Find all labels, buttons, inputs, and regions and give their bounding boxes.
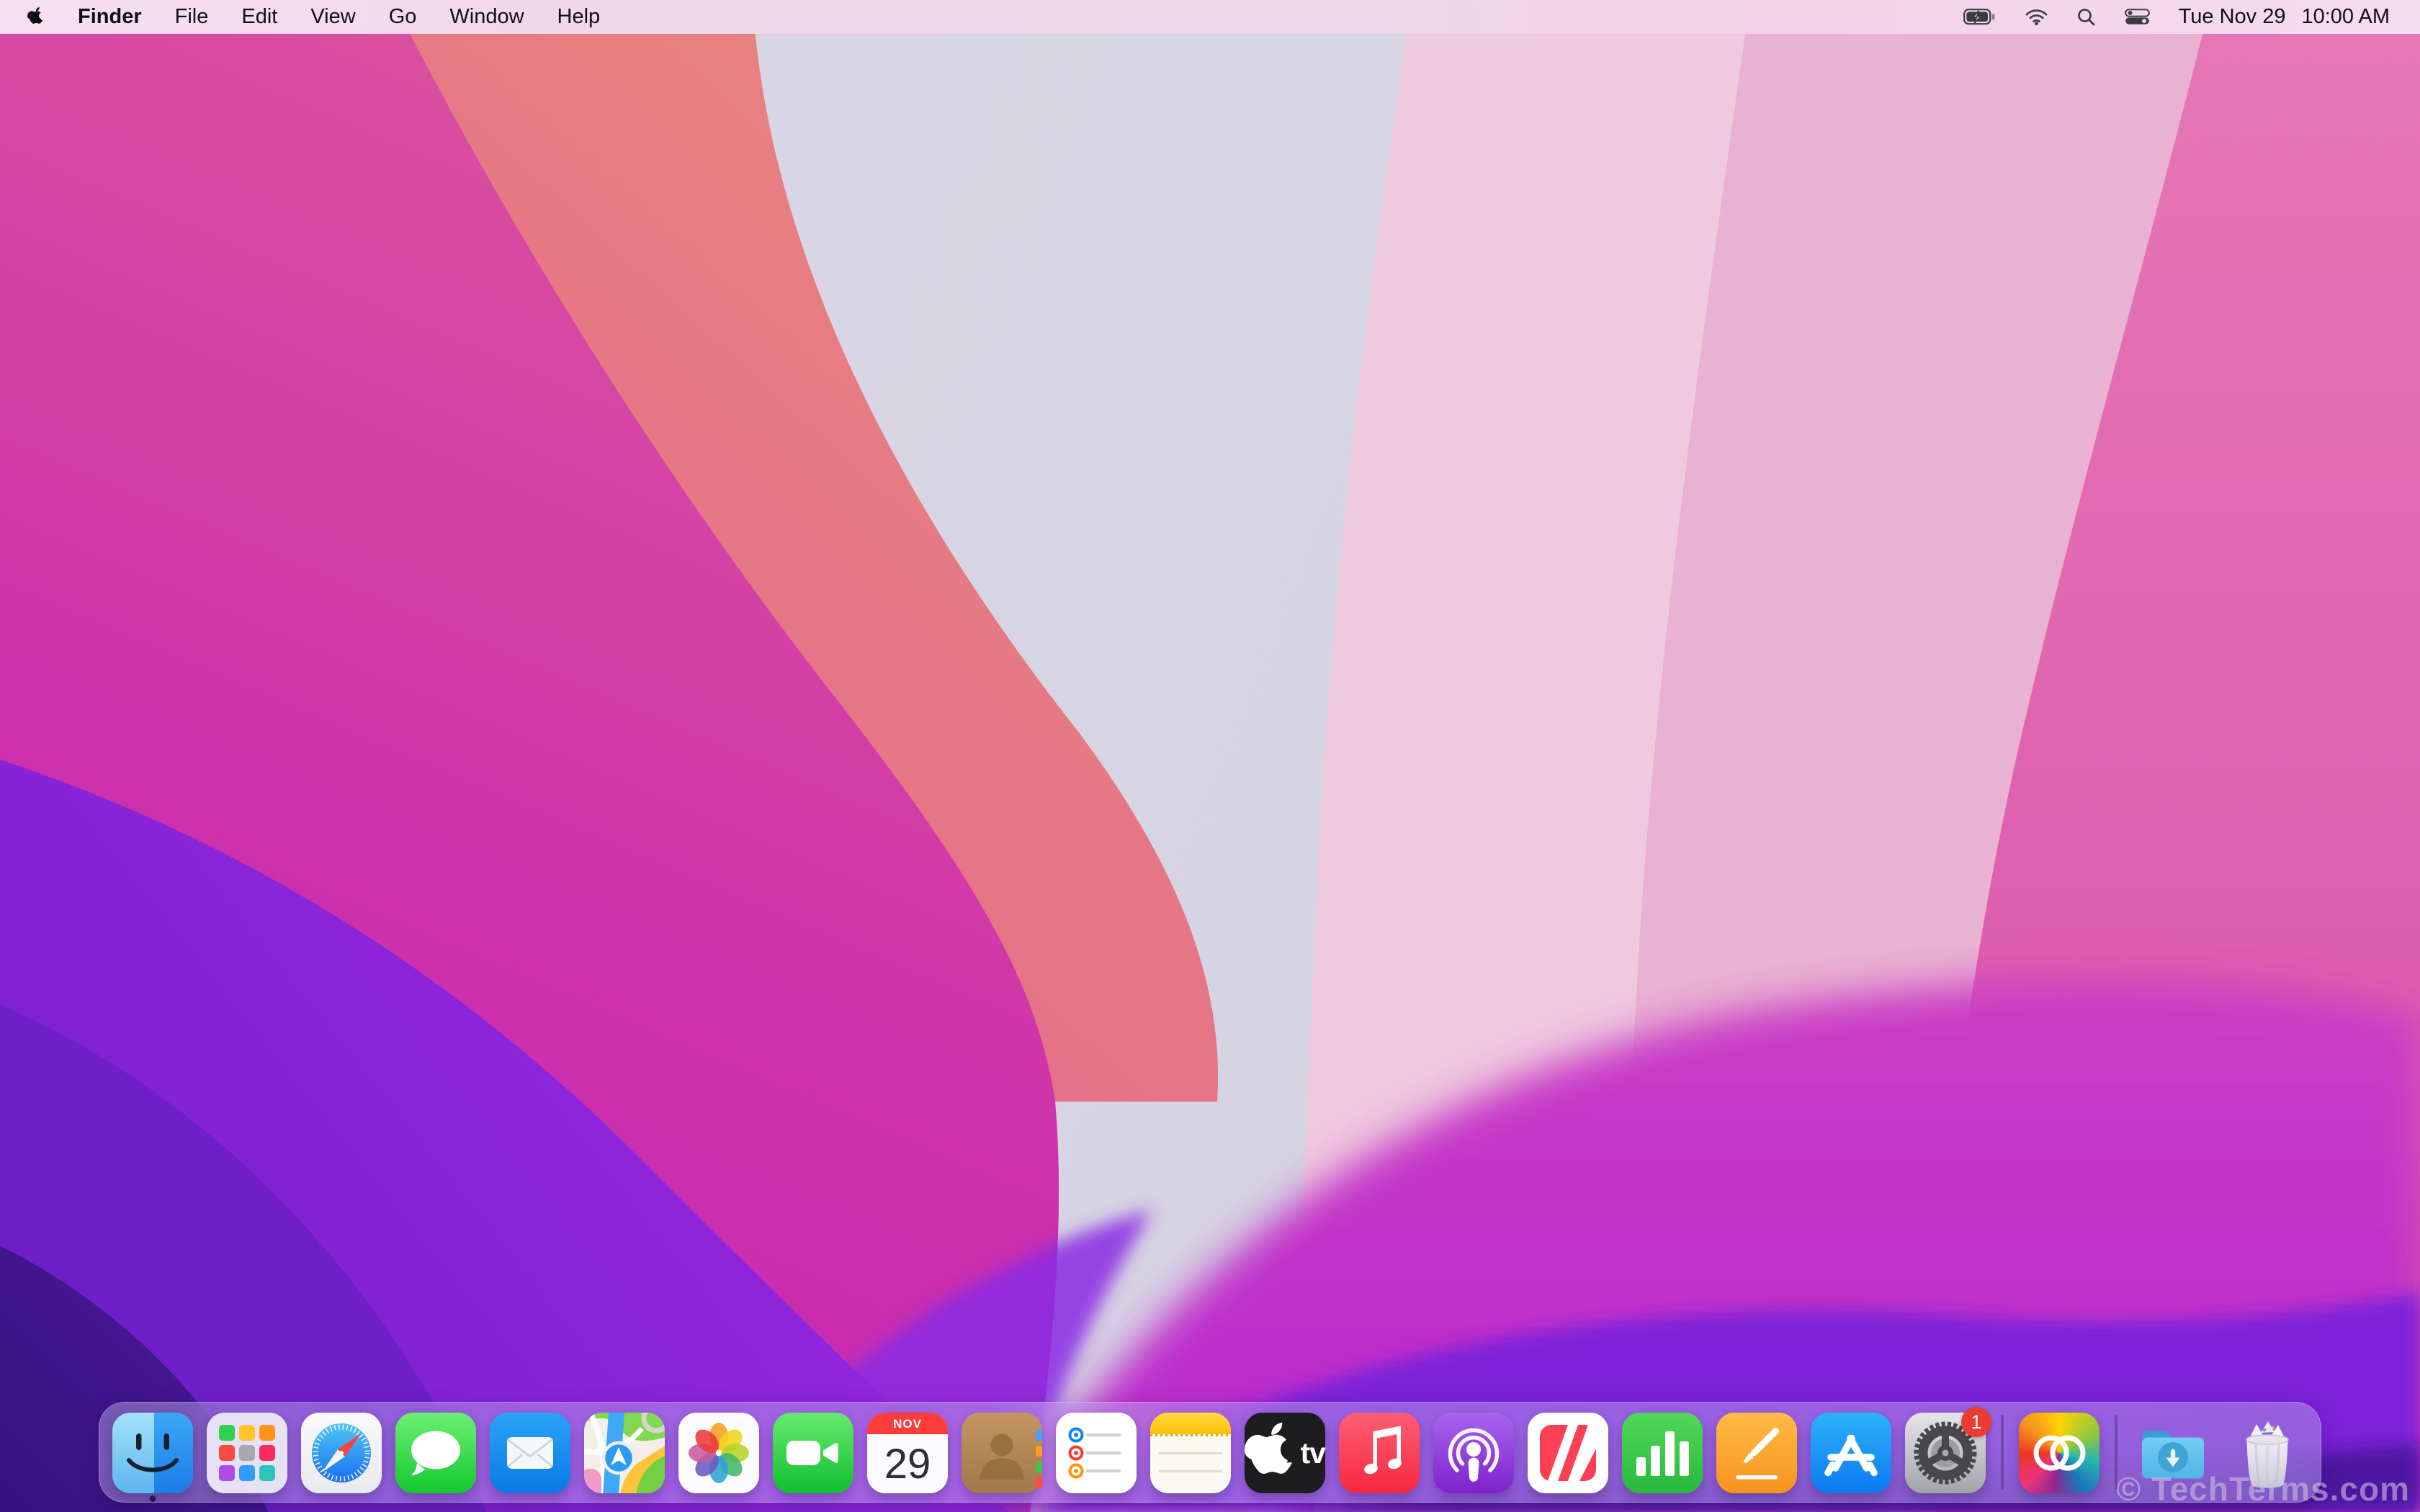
calendar-month-label: NOV	[867, 1413, 948, 1434]
notes-header	[1150, 1413, 1231, 1434]
dock-icon-news[interactable]	[1528, 1413, 1608, 1493]
control-center-icon[interactable]	[2125, 9, 2150, 25]
appletv-label: tv	[1301, 1439, 1325, 1468]
notes-perforation	[1150, 1434, 1231, 1436]
battery-charging-icon[interactable]	[1963, 9, 1996, 25]
watermark: © TechTerms.com	[2116, 1470, 2410, 1508]
dock-icon-appletv[interactable]: tv	[1245, 1413, 1325, 1493]
dock-icon-facetime[interactable]	[773, 1413, 853, 1493]
notes-line	[1159, 1452, 1222, 1454]
wifi-icon[interactable]	[2025, 8, 2048, 26]
dock-icon-system-preferences[interactable]: 1	[1905, 1413, 1986, 1493]
dock-icon-calendar[interactable]: NOV 29	[867, 1413, 948, 1493]
dock-icon-finder[interactable]	[112, 1413, 193, 1493]
dock-icon-numbers[interactable]	[1622, 1413, 1703, 1493]
dock-icon-maps[interactable]	[584, 1413, 665, 1493]
menu-item-help[interactable]: Help	[557, 5, 601, 29]
dock-icon-messages[interactable]	[395, 1413, 476, 1493]
dock-icon-appstore[interactable]	[1811, 1413, 1891, 1493]
dock-icon-mail[interactable]	[490, 1413, 570, 1493]
dock-icon-contacts[interactable]	[962, 1413, 1042, 1493]
menu-item-file[interactable]: File	[175, 5, 209, 29]
dock-icon-safari[interactable]	[301, 1413, 382, 1493]
notification-badge: 1	[1961, 1407, 1991, 1437]
dock-icon-creative-cloud[interactable]	[2019, 1413, 2099, 1493]
dock: NOV 29	[99, 1402, 2321, 1503]
desktop-wallpaper	[0, 0, 2420, 1512]
spotlight-search-icon[interactable]	[2077, 8, 2096, 27]
apple-logo-glyph	[1245, 1413, 1299, 1493]
dock-icon-music[interactable]	[1339, 1413, 1420, 1493]
menu-bar-time: 10:00 AM	[2301, 5, 2390, 29]
menu-item-edit[interactable]: Edit	[241, 5, 277, 29]
menu-item-window[interactable]: Window	[449, 5, 524, 29]
dock-icon-notes[interactable]	[1150, 1413, 1231, 1493]
apple-menu-icon[interactable]	[27, 6, 45, 27]
macos-desktop: { "menubar": { "active_app": "Finder", "…	[0, 0, 2420, 1512]
menu-item-go[interactable]: Go	[389, 5, 417, 29]
dock-separator	[2001, 1415, 2004, 1490]
dock-icon-pages[interactable]	[1716, 1413, 1797, 1493]
dock-icon-photos[interactable]	[678, 1413, 759, 1493]
menu-item-finder[interactable]: Finder	[78, 5, 142, 29]
menu-bar-clock[interactable]: Tue Nov 29 10:00 AM	[2179, 5, 2390, 29]
dock-icon-launchpad[interactable]	[207, 1413, 287, 1493]
finder-running-indicator	[150, 1495, 156, 1502]
menu-bar: Finder File Edit View Go Window Help	[0, 0, 2420, 34]
dock-icon-podcasts[interactable]	[1433, 1413, 1514, 1493]
calendar-day-label: 29	[867, 1434, 948, 1493]
menu-item-view[interactable]: View	[310, 5, 355, 29]
menu-bar-date: Tue Nov 29	[2179, 5, 2286, 29]
dock-icon-reminders[interactable]	[1056, 1413, 1137, 1493]
notes-line	[1159, 1470, 1222, 1472]
